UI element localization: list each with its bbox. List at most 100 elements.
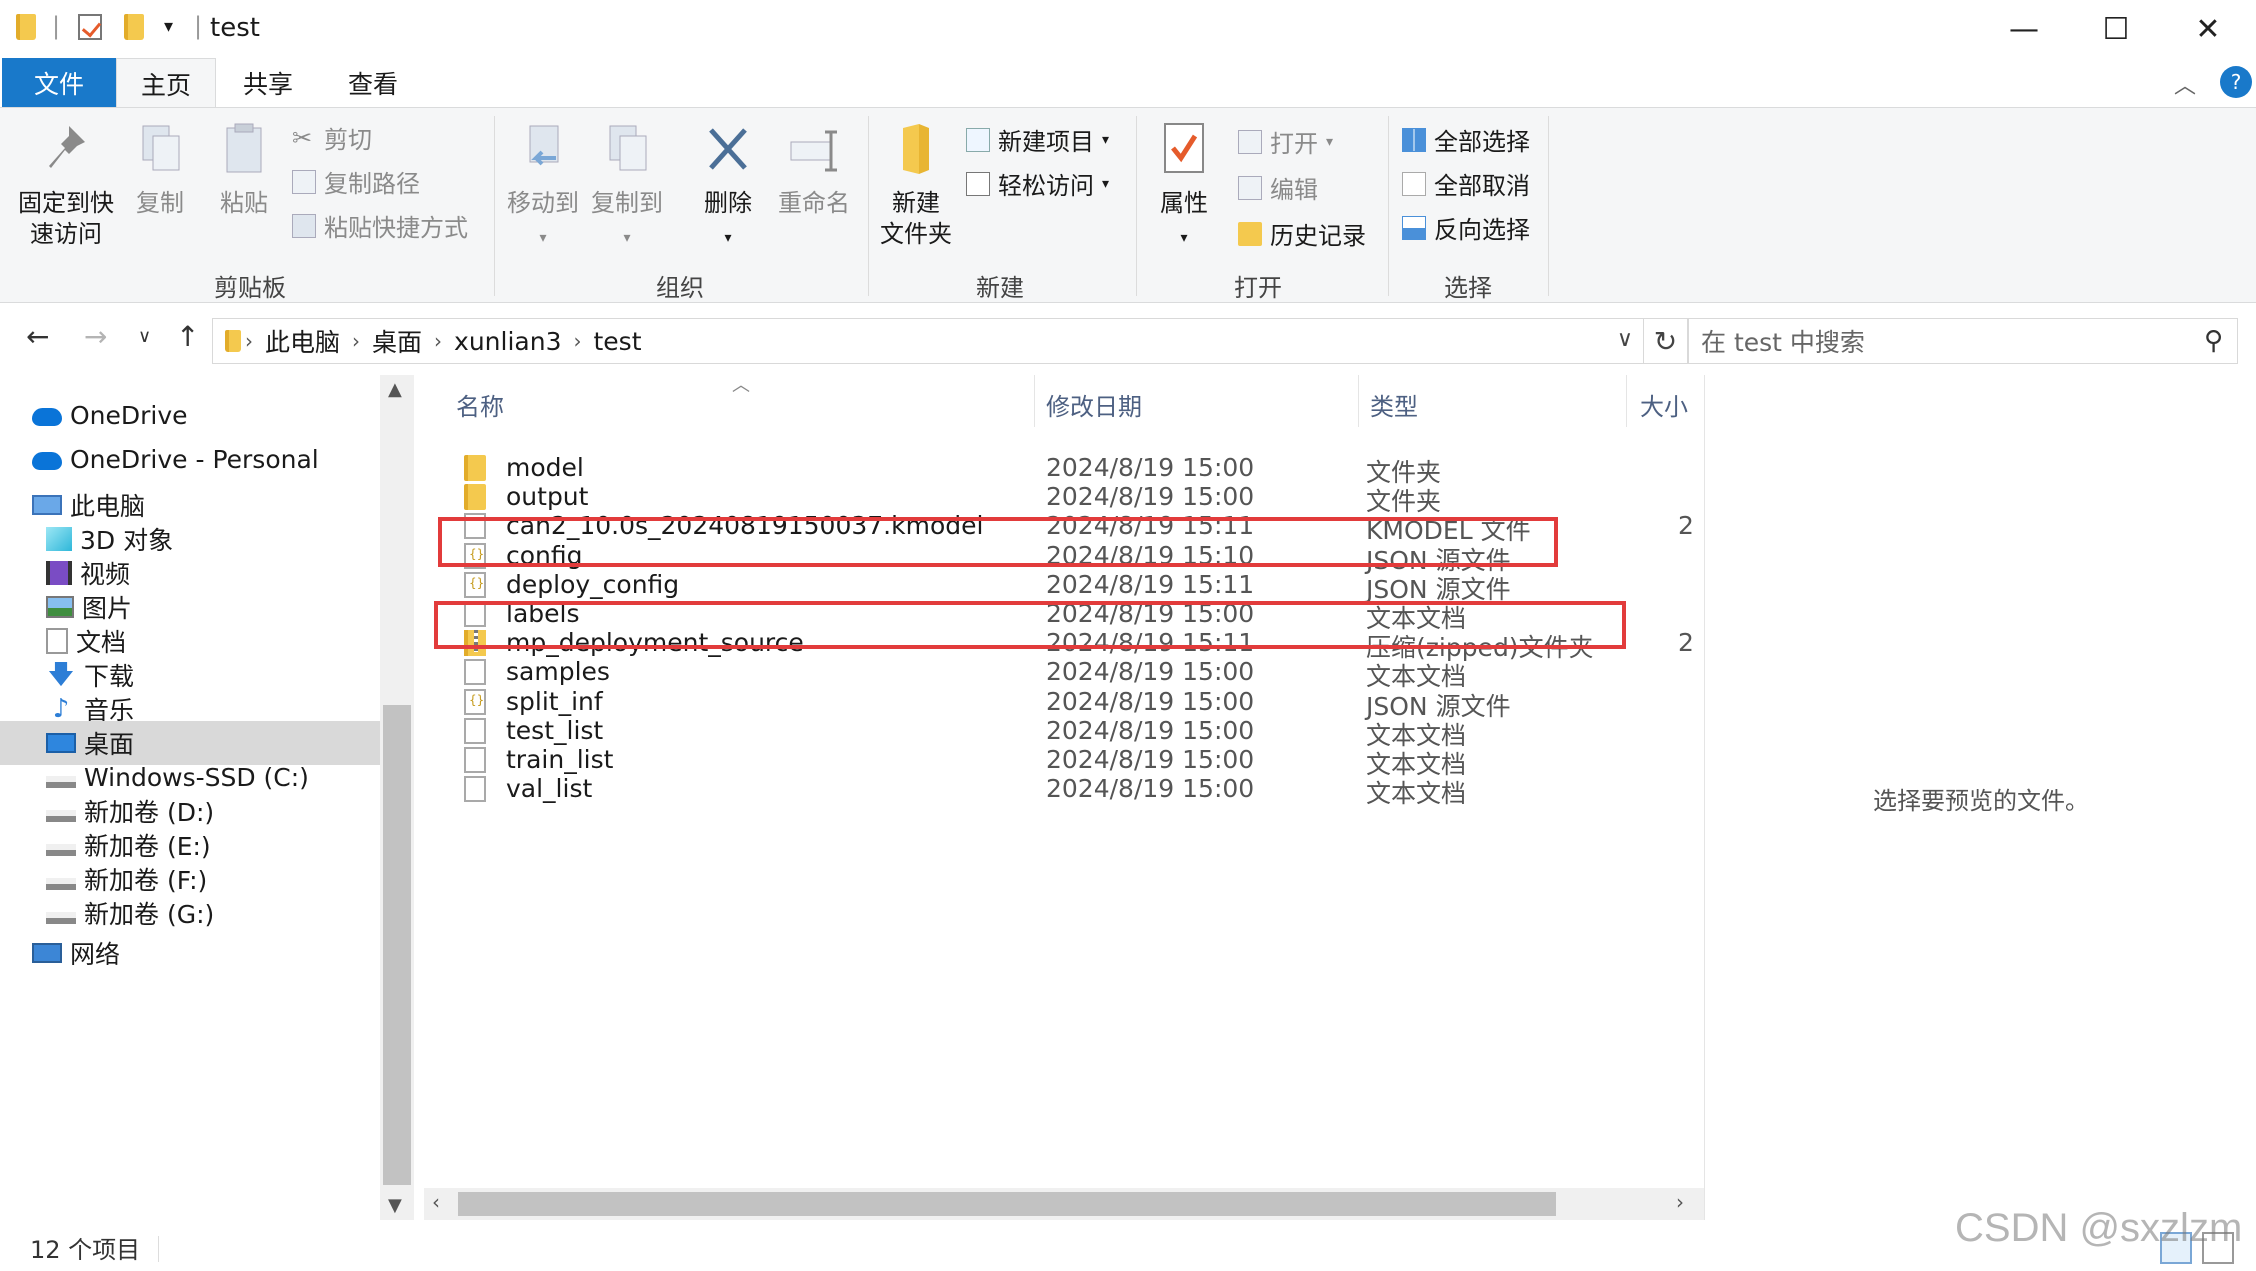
new-item-button[interactable]: 新建项目 ▾: [966, 122, 1109, 157]
cut-label: 剪切: [324, 126, 372, 154]
drive-icon: [46, 912, 76, 924]
paste-button[interactable]: 粘贴: [212, 118, 276, 219]
scroll-left-icon[interactable]: ‹: [432, 1190, 440, 1214]
horizontal-scrollbar[interactable]: ‹ ›: [424, 1188, 1704, 1220]
select-none-button[interactable]: 全部取消: [1402, 166, 1530, 201]
maximize-button[interactable]: ☐: [2070, 0, 2162, 58]
new-folder-label-line1: 新建: [892, 189, 940, 217]
delete-button[interactable]: 删除 ▾: [696, 118, 760, 254]
file-icon: [464, 776, 486, 803]
history-icon: [1238, 221, 1262, 246]
music-icon: ♪: [52, 694, 70, 724]
refresh-icon[interactable]: ↻: [1644, 318, 1688, 364]
sidebar-item[interactable]: 网络: [0, 931, 380, 975]
column-divider[interactable]: [1626, 375, 1627, 427]
tab-home[interactable]: 主页: [116, 58, 216, 109]
move-to-button[interactable]: 移动到 ▾: [506, 118, 580, 254]
properties-button[interactable]: 属性 ▾: [1150, 118, 1218, 254]
status-item-count: 12 个项目: [30, 1236, 141, 1264]
recent-locations-icon[interactable]: ∨: [138, 326, 151, 347]
folder-icon: [16, 14, 36, 46]
sidebar-item[interactable]: OneDrive - Personal: [0, 437, 380, 481]
address-history-dropdown-icon[interactable]: ∨: [1617, 327, 1633, 352]
scrollbar-thumb[interactable]: [383, 705, 411, 1185]
new-folder-label-line2: 文件夹: [880, 220, 952, 248]
close-button[interactable]: ✕: [2162, 0, 2254, 58]
column-header-date[interactable]: 修改日期: [1046, 387, 1142, 422]
address-bar-row: ← → ∨ ↑ › 此电脑 › 桌面 › xunlian3 › test ∨ ↻…: [0, 310, 2256, 372]
new-folder-button[interactable]: 新建 文件夹: [876, 118, 956, 250]
easy-access-label: 轻松访问: [998, 172, 1094, 200]
ribbon: 固定到快 速访问 复制 粘贴 ✂ 剪切 复制路径 粘贴快捷方式 剪贴板 移动到 ▾…: [0, 107, 2256, 303]
search-icon[interactable]: ⚲: [2204, 326, 2223, 356]
breadcrumb-desktop[interactable]: 桌面: [372, 323, 422, 359]
breadcrumb-this-pc[interactable]: 此电脑: [265, 323, 340, 359]
invert-selection-label: 反向选择: [1434, 216, 1530, 244]
sidebar-item[interactable]: OneDrive: [0, 393, 380, 437]
scroll-down-icon[interactable]: ▼: [388, 1195, 402, 1216]
search-input[interactable]: 在 test 中搜索 ⚲: [1688, 318, 2238, 364]
folder-icon: [225, 330, 241, 352]
group-label-organize: 组织: [656, 274, 704, 302]
sidebar-item-label: OneDrive - Personal: [70, 444, 319, 474]
minimize-button[interactable]: —: [1978, 0, 2070, 58]
easy-access-button[interactable]: 轻松访问 ▾: [966, 166, 1109, 201]
history-button[interactable]: 历史记录: [1238, 216, 1366, 251]
picture-icon: [46, 596, 74, 618]
sidebar-item-label: 新加卷 (G:): [84, 900, 215, 929]
up-arrow-icon[interactable]: ↑: [176, 320, 199, 353]
chevron-right-icon[interactable]: ›: [434, 329, 442, 353]
scrollbar-thumb[interactable]: [458, 1192, 1556, 1216]
chevron-right-icon[interactable]: ›: [245, 329, 253, 353]
tab-share[interactable]: 共享: [218, 58, 318, 108]
scroll-right-icon[interactable]: ›: [1676, 1190, 1684, 1214]
sidebar-item[interactable]: 新加卷 (G:): [0, 891, 380, 935]
breadcrumb-test[interactable]: test: [593, 327, 641, 356]
table-row[interactable]: val_list 2024/8/19 15:00 文本文档: [414, 768, 1704, 810]
tab-view[interactable]: 查看: [320, 58, 426, 108]
paste-shortcut-button[interactable]: 粘贴快捷方式: [292, 208, 468, 243]
column-header-size[interactable]: 大小: [1640, 387, 1688, 422]
copy-label: 复制: [136, 189, 184, 217]
column-divider[interactable]: [1034, 375, 1035, 427]
copy-button[interactable]: 复制: [130, 118, 190, 219]
ribbon-divider: [1136, 116, 1137, 296]
cut-button[interactable]: ✂ 剪切: [292, 120, 372, 155]
edit-button[interactable]: 编辑: [1238, 170, 1318, 205]
new-folder-quick-icon[interactable]: [124, 14, 144, 46]
navigation-scrollbar[interactable]: ▲ ▼: [380, 375, 414, 1220]
group-label-new: 新建: [976, 274, 1024, 302]
forward-arrow-icon[interactable]: →: [84, 320, 107, 353]
copy-path-button[interactable]: 复制路径: [292, 164, 420, 199]
select-all-button[interactable]: 全部选择: [1402, 122, 1530, 157]
ribbon-divider: [868, 116, 869, 296]
copy-to-button[interactable]: 复制到 ▾: [590, 118, 664, 254]
tab-file[interactable]: 文件: [2, 58, 116, 108]
pin-label-line1: 固定到快: [18, 189, 114, 217]
open-icon: [1238, 129, 1262, 154]
collapse-ribbon-icon[interactable]: ︿: [2174, 68, 2196, 100]
column-header-name[interactable]: 名称: [456, 387, 504, 422]
video-icon: [46, 561, 72, 585]
document-icon: [46, 628, 68, 654]
invert-selection-button[interactable]: 反向选择: [1402, 210, 1530, 245]
rename-button[interactable]: 重命名: [772, 118, 856, 219]
cloud-icon: [32, 408, 62, 426]
new-item-label: 新建项目: [998, 128, 1094, 156]
address-bar[interactable]: › 此电脑 › 桌面 › xunlian3 › test ∨: [212, 318, 1644, 364]
column-header-type[interactable]: 类型: [1370, 387, 1418, 422]
breadcrumb-xunlian3[interactable]: xunlian3: [454, 327, 561, 356]
properties-quick-icon[interactable]: [78, 14, 102, 46]
pin-quick-access-button[interactable]: 固定到快 速访问: [14, 118, 118, 250]
open-button[interactable]: 打开 ▾: [1238, 124, 1333, 159]
column-divider[interactable]: [1358, 375, 1359, 427]
customize-toolbar-icon[interactable]: ▾: [164, 16, 173, 37]
delete-icon: [709, 128, 747, 170]
select-none-label: 全部取消: [1434, 172, 1530, 200]
scroll-up-icon[interactable]: ▲: [388, 379, 402, 400]
back-arrow-icon[interactable]: ←: [26, 320, 49, 353]
chevron-right-icon[interactable]: ›: [352, 329, 360, 353]
chevron-right-icon[interactable]: ›: [573, 329, 581, 353]
help-icon[interactable]: ?: [2220, 66, 2252, 98]
group-label-open: 打开: [1234, 274, 1282, 302]
